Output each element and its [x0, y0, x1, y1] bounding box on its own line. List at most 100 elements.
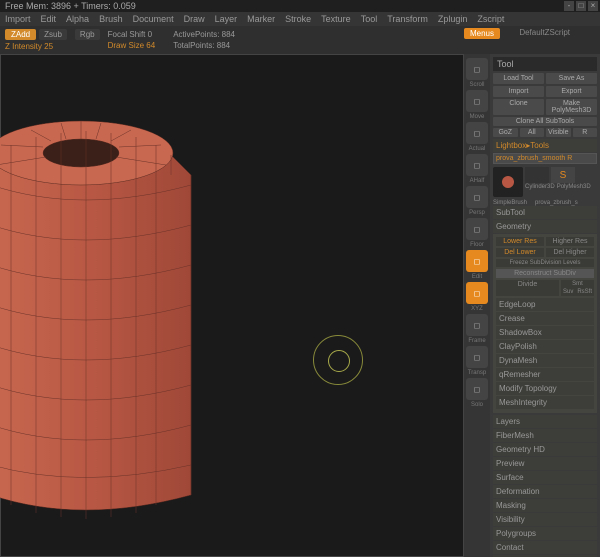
geometry-panel: Lower Res Higher Res Del Lower Del Highe… — [493, 234, 597, 413]
zadd-button[interactable]: ZAdd — [5, 29, 36, 40]
section-visibility[interactable]: Visibility — [493, 513, 597, 526]
menu-layer[interactable]: Layer — [215, 14, 238, 24]
geom-crease[interactable]: Crease — [496, 312, 594, 325]
section-fibermesh[interactable]: FiberMesh — [493, 429, 597, 442]
persp-icon[interactable]: ◻ — [466, 186, 488, 208]
geom-qremesher[interactable]: qRemesher — [496, 368, 594, 381]
menu-zscript[interactable]: Zscript — [477, 14, 504, 24]
minimize-icon[interactable]: - — [564, 1, 574, 11]
menu-brush[interactable]: Brush — [99, 14, 123, 24]
geom-meshintegrity[interactable]: MeshIntegrity — [496, 396, 594, 409]
rgb-button[interactable]: Rgb — [75, 29, 100, 40]
lightbox-label[interactable]: Lightbox▸Tools — [493, 139, 597, 152]
polymesh-button[interactable]: Make PolyMesh3D — [546, 99, 597, 115]
brush-cursor-icon — [313, 335, 363, 385]
tool-thumbs: S Cylinder3D PolyMesh3D — [493, 167, 597, 197]
current-tool[interactable]: prova_zbrush_smooth R — [494, 154, 596, 163]
section-subtool[interactable]: SubTool — [493, 206, 597, 219]
save-as-button[interactable]: Save As — [546, 73, 597, 84]
section-layers[interactable]: Layers — [493, 415, 597, 428]
del-lower-button[interactable]: Del Lower — [496, 248, 544, 257]
active-points: ActivePoints: 884 — [173, 30, 235, 39]
menu-edit[interactable]: Edit — [41, 14, 57, 24]
floor-icon[interactable]: ◻ — [466, 218, 488, 240]
menu-transform[interactable]: Transform — [387, 14, 428, 24]
transp-icon[interactable]: ◻ — [466, 346, 488, 368]
menu-stroke[interactable]: Stroke — [285, 14, 311, 24]
mesh-object[interactable] — [0, 75, 241, 525]
geom-modify-topology[interactable]: Modify Topology — [496, 382, 594, 395]
topbar: ZAdd Zsub Z Intensity 25 Rgb Focal Shift… — [0, 26, 600, 54]
suv-button[interactable]: Suv — [561, 288, 575, 296]
section-polygroups[interactable]: Polygroups — [493, 527, 597, 540]
menu-document[interactable]: Document — [133, 14, 174, 24]
goz-r-button[interactable]: R — [573, 128, 598, 137]
goz-all-button[interactable]: All — [520, 128, 545, 137]
section-deformation[interactable]: Deformation — [493, 485, 597, 498]
divide-button[interactable]: Divide — [496, 280, 559, 296]
section-geometry[interactable]: Geometry — [493, 220, 597, 233]
rsoft-button[interactable]: RsSft — [575, 288, 594, 296]
window-controls: - □ × — [564, 1, 598, 11]
section-geometry-hd[interactable]: Geometry HD — [493, 443, 597, 456]
section-contact[interactable]: Contact — [493, 541, 597, 554]
geom-claypolish[interactable]: ClayPolish — [496, 340, 594, 353]
thumb-label-3: prova_zbrush_s — [535, 200, 578, 206]
scroll-icon[interactable]: ◻ — [466, 58, 488, 80]
title: Free Mem: 3896 + Timers: 0.059 — [5, 1, 136, 11]
freeze-button[interactable]: Freeze SubDivision Levels — [496, 259, 594, 267]
solo-icon[interactable]: ◻ — [466, 378, 488, 400]
maximize-icon[interactable]: □ — [576, 1, 586, 11]
higher-res-button[interactable]: Higher Res — [546, 237, 594, 246]
section-preview[interactable]: Preview — [493, 457, 597, 470]
geom-dynamesh[interactable]: DynaMesh — [496, 354, 594, 367]
thumb-label-2: PolyMesh3D — [557, 184, 591, 190]
script-label[interactable]: DefaultZScript — [519, 28, 570, 37]
reconstruct-button[interactable]: Reconstruct SubDiv — [496, 269, 594, 278]
drawsize-label[interactable]: Draw Size 64 — [108, 41, 156, 50]
clone-button[interactable]: Clone — [493, 99, 544, 115]
thumb-polymesh[interactable]: S — [551, 167, 575, 183]
menus-button[interactable]: Menus — [464, 28, 500, 39]
frame-icon[interactable]: ◻ — [466, 314, 488, 336]
geom-shadowbox[interactable]: ShadowBox — [496, 326, 594, 339]
import-button[interactable]: Import — [493, 86, 544, 97]
focal-label[interactable]: Focal Shift 0 — [108, 30, 156, 39]
edit-icon[interactable]: ◻ — [466, 250, 488, 272]
clone-all-button[interactable]: Clone All SubTools — [493, 117, 597, 126]
thumb-current[interactable] — [493, 167, 523, 197]
lower-res-button[interactable]: Lower Res — [496, 237, 544, 246]
menu-draw[interactable]: Draw — [184, 14, 205, 24]
del-higher-button[interactable]: Del Higher — [546, 248, 594, 257]
tool-header[interactable]: Tool — [493, 57, 597, 71]
menu-texture[interactable]: Texture — [321, 14, 351, 24]
smt-button[interactable]: Smt — [561, 280, 594, 288]
ahalf-icon[interactable]: ◻ — [466, 154, 488, 176]
menu-alpha[interactable]: Alpha — [66, 14, 89, 24]
move-icon[interactable]: ◻ — [466, 90, 488, 112]
toolstrip: ◻Scroll◻Move◻Actual◻AHalf◻Persp◻Floor◻Ed… — [464, 54, 490, 557]
export-button[interactable]: Export — [546, 86, 597, 97]
viewport[interactable] — [0, 54, 464, 557]
geom-edgeloop[interactable]: EdgeLoop — [496, 298, 594, 311]
thumb-label-0: SimpleBrush — [493, 200, 527, 206]
section-surface[interactable]: Surface — [493, 471, 597, 484]
thumb-cylinder[interactable] — [525, 167, 549, 183]
load-tool-button[interactable]: Load Tool — [493, 73, 544, 84]
section-masking[interactable]: Masking — [493, 499, 597, 512]
tool-panel: Tool Load Tool Save As Import Export Clo… — [490, 54, 600, 557]
total-points: TotalPoints: 884 — [173, 41, 235, 50]
menu-import[interactable]: Import — [5, 14, 31, 24]
menu-marker[interactable]: Marker — [247, 14, 275, 24]
menubar: Import Edit Alpha Brush Document Draw Layer Mar… — [0, 12, 600, 26]
menu-tool[interactable]: Tool — [361, 14, 378, 24]
goz-button[interactable]: GoZ — [493, 128, 518, 137]
intensity-label[interactable]: Z Intensity 25 — [5, 42, 53, 51]
thumb-label-1: Cylinder3D — [525, 184, 555, 190]
xyz-icon[interactable]: ◻ — [466, 282, 488, 304]
menu-zplugin[interactable]: Zplugin — [438, 14, 468, 24]
close-icon[interactable]: × — [588, 1, 598, 11]
actual-icon[interactable]: ◻ — [466, 122, 488, 144]
zsub-button[interactable]: Zsub — [39, 29, 67, 40]
goz-visible-button[interactable]: Visible — [546, 128, 571, 137]
